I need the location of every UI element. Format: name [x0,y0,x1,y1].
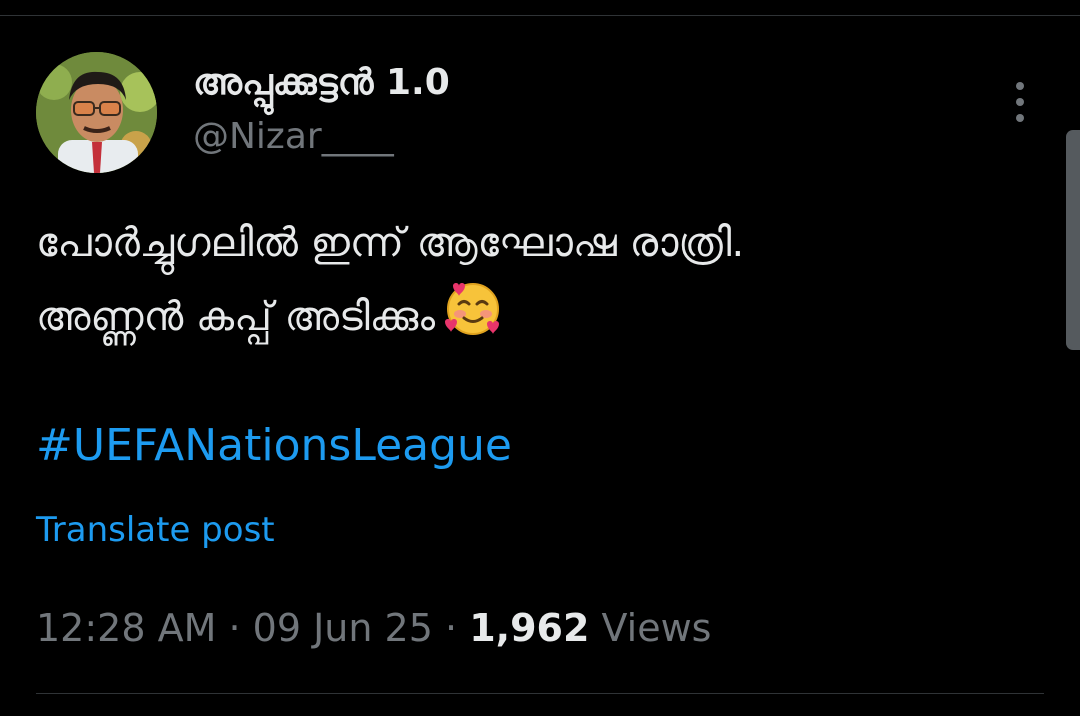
tweet-meta: 12:28 AM · 09 Jun 25 · 1,962 Views [36,606,711,650]
tweet-time[interactable]: 12:28 AM [36,606,216,650]
author-handle[interactable]: @Nizar____ [193,116,394,157]
author-display-name[interactable]: അപ്പുക്കുട്ടൻ 1.0 [193,62,450,104]
top-divider [0,15,1080,16]
views-count: 1,962 [469,606,590,650]
more-dot-icon [1016,98,1024,106]
meta-separator: · [445,606,458,650]
smiling-face-with-hearts-icon [443,278,503,360]
bottom-divider [36,693,1044,694]
tweet-text: പോർച്ചുഗലിൽ ഇന്ന് ആഘോഷ രാത്രി. അണ്ണൻ കപ്… [36,208,996,360]
tweet-date[interactable]: 09 Jun 25 [253,606,433,650]
tweet-line-1: പോർച്ചുഗലിൽ ഇന്ന് ആഘോഷ രാത്രി. [36,220,745,266]
tweet-line-2: അണ്ണൻ കപ്പ് അടിക്കും [36,278,996,360]
tweet-line-2-text: അണ്ണൻ കപ്പ് അടിക്കും [36,294,436,340]
scrollbar[interactable] [1066,130,1080,350]
more-dot-icon [1016,114,1024,122]
hashtag-link[interactable]: #UEFANationsLeague [36,420,512,471]
more-options-button[interactable] [1004,78,1036,126]
translate-post-link[interactable]: Translate post [36,510,275,550]
avatar[interactable] [36,52,157,173]
more-dot-icon [1016,82,1024,90]
views-label: Views [601,606,712,650]
meta-separator: · [228,606,241,650]
